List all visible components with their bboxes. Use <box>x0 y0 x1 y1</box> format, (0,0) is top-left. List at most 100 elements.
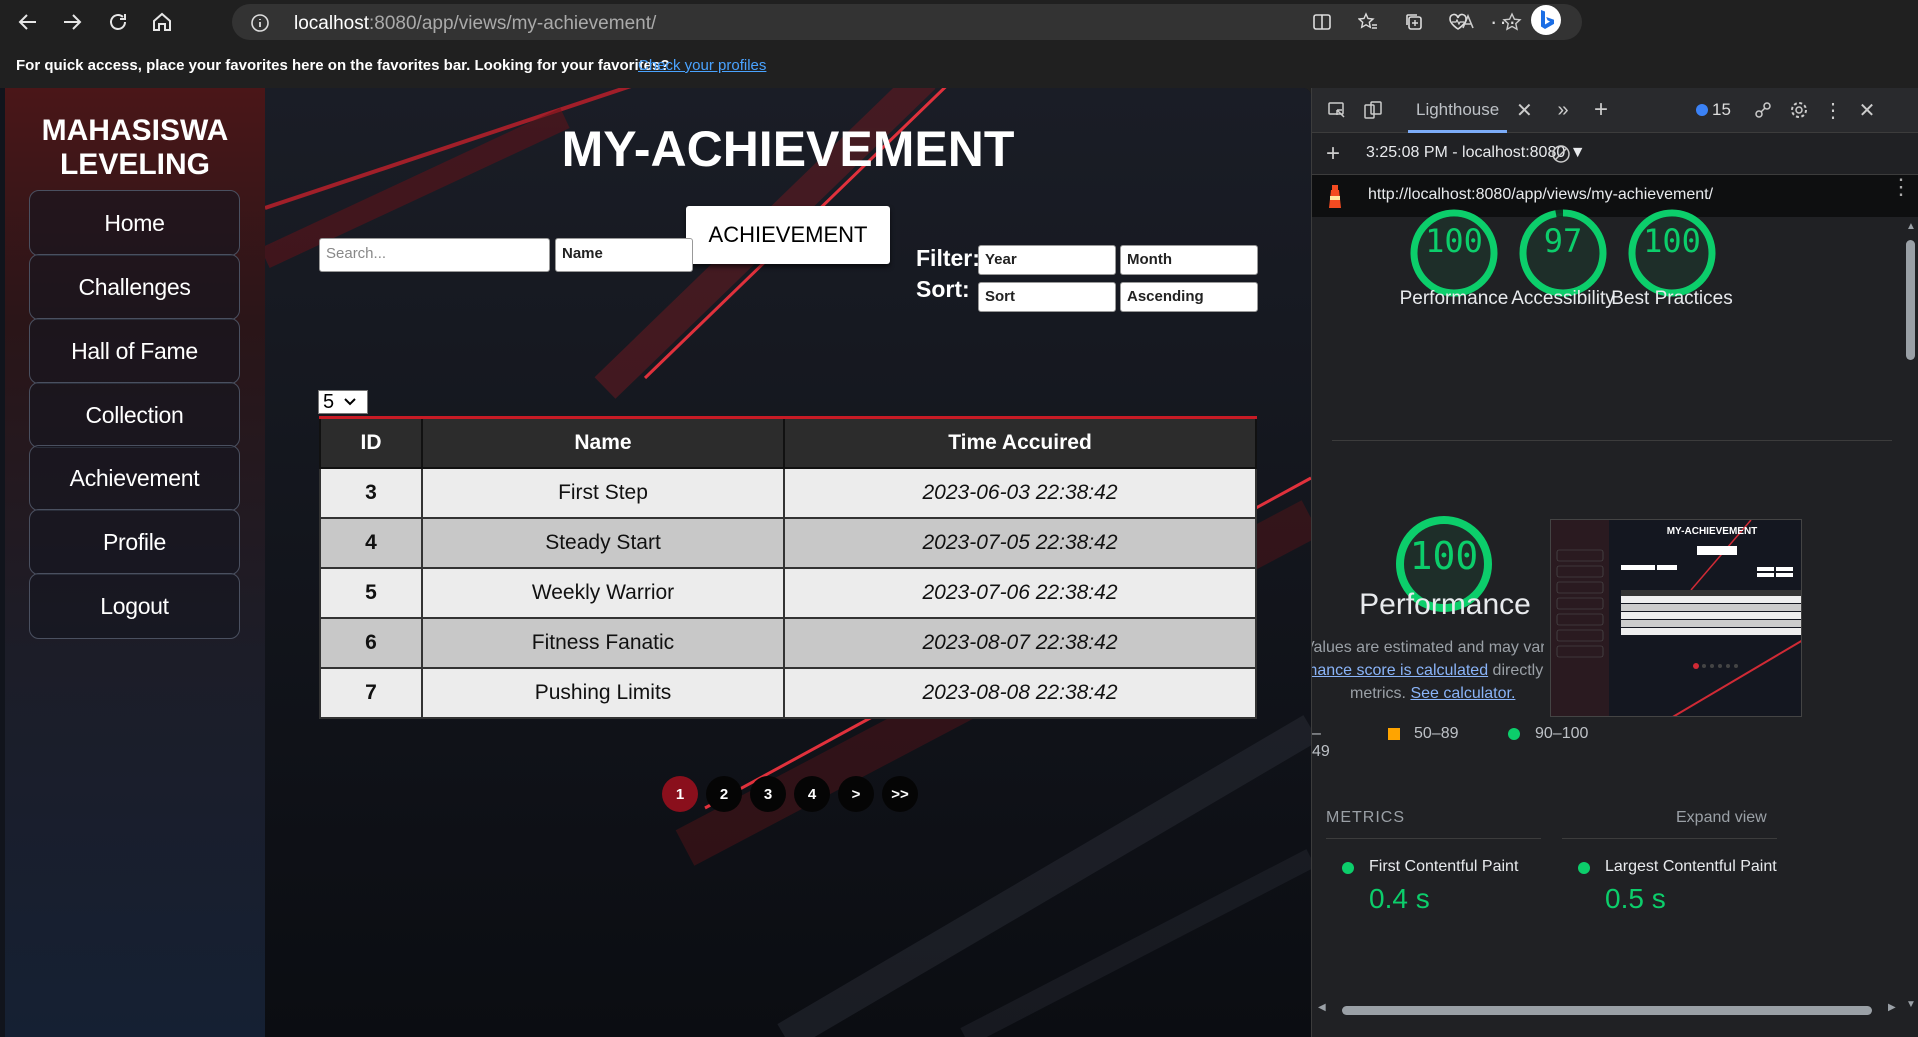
sidebar-item-hall-of-fame[interactable]: Hall of Fame <box>29 318 240 384</box>
achievement-table: ID Name Time Accuired 3 First Step 2023-… <box>319 416 1257 719</box>
cell-time: 2023-08-07 22:38:42 <box>783 616 1257 669</box>
back-arrow-icon[interactable] <box>10 6 46 38</box>
issues-counter[interactable]: 15 <box>1696 100 1731 120</box>
see-calculator-link[interactable]: See calculator. <box>1410 685 1515 702</box>
cell-name: Weekly Warrior <box>421 566 785 619</box>
health-heart-icon[interactable] <box>1440 6 1476 38</box>
cell-id: 6 <box>319 616 423 669</box>
achievement-button[interactable]: ACHIEVEMENT <box>686 206 890 264</box>
sidebar-item-achievement[interactable]: Achievement <box>29 445 240 511</box>
filter-year-select[interactable]: Year <box>978 245 1116 275</box>
filter-month-select[interactable]: Month <box>1120 245 1258 275</box>
score-value-best-practices: 100 <box>1643 222 1701 260</box>
devtools-panel: Lighthouse ✕ » + 15 ⋮ ✕ + 3:25:08 PM - l… <box>1311 88 1918 1037</box>
desc-line: metrics. <box>1350 685 1406 702</box>
device-toolbar-icon[interactable] <box>1358 95 1388 125</box>
page-button-1[interactable]: 1 <box>662 776 698 812</box>
sidebar-item-home[interactable]: Home <box>29 190 240 256</box>
favorites-icon[interactable] <box>1350 6 1386 38</box>
score-label-best-practices[interactable]: Best Practices <box>1602 288 1742 310</box>
pass-circle-icon <box>1578 862 1590 874</box>
legend-pass: 90–100 <box>1535 725 1589 742</box>
column-header-name: Name <box>421 416 785 469</box>
page-size-select[interactable]: 5 <box>318 390 368 414</box>
favorites-hint: For quick access, place your favorites h… <box>16 57 670 74</box>
issues-count: 15 <box>1712 100 1731 119</box>
split-screen-icon[interactable] <box>1304 6 1340 38</box>
metric-value-lcp: 0.5 s <box>1605 883 1666 914</box>
scroll-up-icon[interactable]: ▲ <box>1906 221 1916 232</box>
scroll-right-icon[interactable]: ▶ <box>1888 1002 1896 1013</box>
table-row: 4 Steady Start 2023-07-05 22:38:42 <box>319 516 1257 569</box>
issues-icon <box>1696 104 1708 116</box>
expand-view-toggle[interactable]: Expand view <box>1676 809 1767 827</box>
add-tab-icon[interactable]: + <box>1586 95 1616 125</box>
report-url-bar: http://localhost:8080/app/views/my-achie… <box>1312 175 1918 217</box>
last-page-button[interactable]: >> <box>882 776 918 812</box>
page-button-2[interactable]: 2 <box>706 776 742 812</box>
cell-name: Pushing Limits <box>421 666 785 719</box>
pagination: 1 2 3 4 > >> <box>662 776 918 812</box>
search-field-select[interactable]: Name <box>555 238 693 272</box>
average-square-icon <box>1388 728 1400 740</box>
table-row: 6 Fitness Fanatic 2023-08-07 22:38:42 <box>319 616 1257 669</box>
column-header-id: ID <box>319 416 423 469</box>
sidebar: MAHASISWA LEVELING Home Challenges Hall … <box>5 88 265 1037</box>
sort-order-select[interactable]: Ascending <box>1120 282 1258 312</box>
metric-value-fcp: 0.4 s <box>1369 883 1430 914</box>
page-screenshot-thumbnail[interactable]: MY-ACHIEVEMENT <box>1550 519 1802 717</box>
lighthouse-report-bar: + 3:25:08 PM - localhost:8080 ▼ <box>1312 133 1918 175</box>
browser-toolbar: localhost:8080/app/views/my-achievement/… <box>0 0 1918 44</box>
page-size-value: 5 <box>323 390 335 413</box>
sidebar-item-collection[interactable]: Collection <box>29 382 240 448</box>
inspect-element-icon[interactable] <box>1322 95 1352 125</box>
cell-name: Steady Start <box>421 516 785 569</box>
page-button-3[interactable]: 3 <box>750 776 786 812</box>
next-page-button[interactable]: > <box>838 776 874 812</box>
forward-arrow-icon[interactable] <box>54 6 90 38</box>
settings-gear-icon[interactable] <box>1784 95 1814 125</box>
kebab-menu-icon[interactable]: ⋮ <box>1818 95 1848 125</box>
sidebar-item-profile[interactable]: Profile <box>29 509 240 575</box>
metrics-heading: METRICS <box>1326 809 1405 826</box>
chevron-down-icon <box>344 398 356 406</box>
score-calculated-link[interactable]: mance score is calculated <box>1312 662 1488 679</box>
url-text: localhost:8080/app/views/my-achievement/ <box>294 13 657 34</box>
cell-time: 2023-07-06 22:38:42 <box>783 566 1257 619</box>
bing-copilot-icon[interactable] <box>1528 4 1564 36</box>
big-performance-score: 100 <box>1409 534 1479 578</box>
more-options-icon[interactable]: ··· <box>1486 6 1522 38</box>
horizontal-scrollbar-thumb[interactable] <box>1342 1006 1872 1015</box>
tab-lighthouse[interactable]: Lighthouse <box>1408 88 1508 133</box>
thumbnail-title: MY-ACHIEVEMENT <box>1666 526 1758 537</box>
sort-label: Sort: <box>916 276 970 302</box>
refresh-icon[interactable] <box>100 6 136 38</box>
legend-fail: –49 <box>1312 725 1330 760</box>
site-info-icon[interactable] <box>250 13 270 33</box>
collections-icon[interactable] <box>1396 6 1432 38</box>
favorites-bar: For quick access, place your favorites h… <box>0 44 1918 88</box>
page-button-4[interactable]: 4 <box>794 776 830 812</box>
cell-time: 2023-06-03 22:38:42 <box>783 466 1257 519</box>
report-menu-icon[interactable]: ⋮ <box>1890 176 1912 198</box>
table-row: 7 Pushing Limits 2023-08-08 22:38:42 <box>319 666 1257 719</box>
clear-reports-icon[interactable] <box>1546 139 1576 169</box>
new-report-icon[interactable]: + <box>1318 139 1348 169</box>
scroll-left-icon[interactable]: ◀ <box>1318 1002 1326 1013</box>
column-header-time: Time Accuired <box>783 416 1257 469</box>
home-icon[interactable] <box>144 6 180 38</box>
sidebar-item-logout[interactable]: Logout <box>29 573 240 639</box>
check-profiles-link[interactable]: Check your profiles <box>638 57 766 74</box>
sort-field-select[interactable]: Sort <box>978 282 1116 312</box>
connection-icon[interactable] <box>1748 95 1778 125</box>
close-tab-icon[interactable]: ✕ <box>1516 98 1533 123</box>
search-input[interactable]: Search... <box>319 238 550 272</box>
scrollbar-thumb[interactable] <box>1906 240 1915 360</box>
close-devtools-icon[interactable]: ✕ <box>1852 95 1882 125</box>
legend-average: 50–89 <box>1414 725 1459 742</box>
more-tabs-icon[interactable]: » <box>1548 95 1578 125</box>
devtools-toolbar: Lighthouse ✕ » + 15 ⋮ ✕ <box>1312 88 1918 133</box>
sidebar-item-challenges[interactable]: Challenges <box>29 254 240 320</box>
scroll-down-icon[interactable]: ▼ <box>1906 999 1916 1010</box>
pass-circle-icon <box>1508 728 1520 740</box>
